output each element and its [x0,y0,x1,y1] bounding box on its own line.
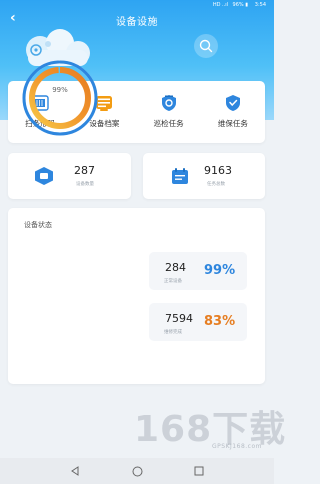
status-ring-chart [22,60,98,136]
search-button[interactable] [194,34,218,58]
repair-complete-label: 维修完成 [164,330,182,335]
signal-indicator: HD ..ıl [212,2,228,8]
nav-home-button[interactable] [130,464,144,478]
task-count-label: 任务总数 [207,182,225,187]
inspection-shield-icon [161,95,176,111]
home-nav-icon [132,466,142,476]
maintenance-shield-icon [225,95,240,111]
system-nav-bar [0,458,274,484]
quick-item-inspection-task[interactable]: 巡检任务 [137,81,201,143]
normal-equipment-card[interactable]: 284 正常设备 99% [149,252,247,290]
equipment-status-title: 设备状态 [24,221,52,229]
quick-item-maintenance-task[interactable]: 维保任务 [201,81,265,143]
task-count-value: 9163 [204,164,232,177]
status-time: 3:54 [254,2,266,8]
battery-indicator: 96% ▮ [232,2,248,8]
quick-item-label: 巡检任务 [153,119,184,128]
ring-percent-label: 99% [52,86,68,94]
recent-apps-icon [194,466,204,476]
search-icon [199,39,213,53]
repair-complete-count: 7594 [165,312,193,325]
status-bar: HD ..ıl 96% ▮ 3:54 [0,0,274,10]
watermark-url: GPSKJ168.com [212,443,262,450]
page-title: 设备设施 [116,17,158,28]
quick-item-label: 维保任务 [217,119,248,128]
calendar-icon [172,168,188,184]
equipment-count-value: 287 [74,164,95,177]
nav-recent-button[interactable] [192,464,206,478]
equipment-count-card[interactable]: 287 设备数量 [8,153,131,199]
repair-complete-percent: 83% [204,314,236,329]
nav-back-button[interactable] [68,464,82,478]
equipment-count-label: 设备数量 [76,182,94,187]
watermark-logo-text: 168下载 [134,409,287,450]
equipment-hexagon-icon [35,167,53,185]
normal-equipment-label: 正常设备 [164,279,182,284]
ring-inner-arc [29,67,91,129]
repair-complete-card[interactable]: 7594 维修完成 83% [149,303,247,341]
back-nav-icon [71,466,79,476]
task-count-card[interactable]: 9163 任务总数 [143,153,265,199]
normal-equipment-percent: 99% [204,263,236,278]
equipment-status-card: 设备状态 [8,208,265,384]
watermark: 168下载 GPSKJ168.com [134,400,285,460]
normal-equipment-count: 284 [165,261,186,274]
